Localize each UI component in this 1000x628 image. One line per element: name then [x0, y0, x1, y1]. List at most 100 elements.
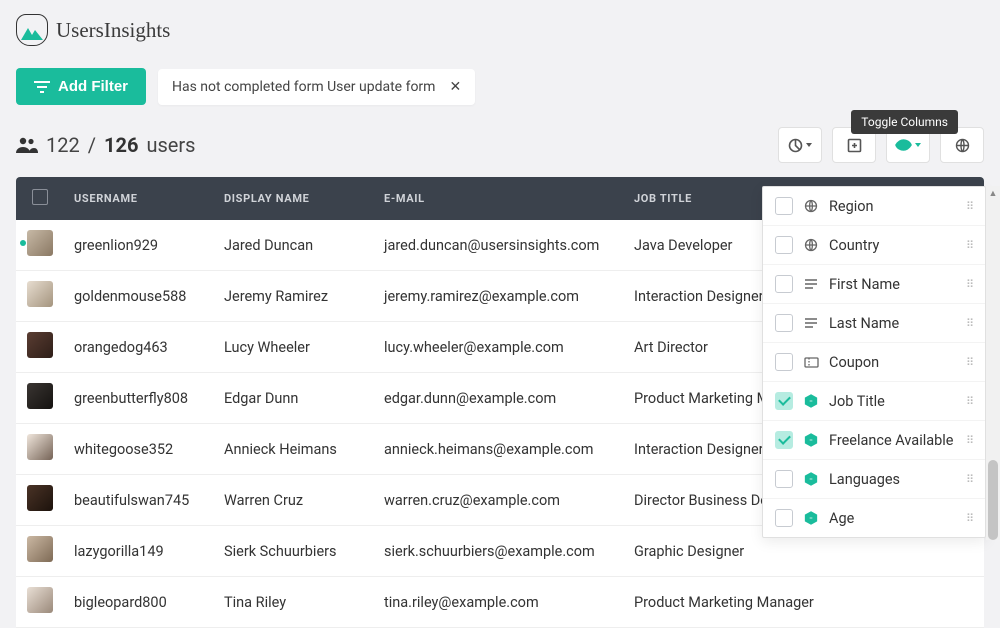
active-filter-chip[interactable]: Has not completed form User update form …: [158, 69, 475, 105]
toggle-columns-tooltip: Toggle Columns: [851, 110, 958, 134]
cell-username: orangedog463: [64, 322, 214, 373]
column-toggle-item[interactable]: Region ⠿: [763, 187, 985, 226]
column-toggle-label: Languages: [829, 471, 956, 488]
cell-username: bigleopard800: [64, 577, 214, 628]
scroll-up-icon[interactable]: ▲: [986, 186, 1000, 200]
caret-down-icon: [806, 143, 812, 147]
column-toggle-item[interactable]: Languages ⠿: [763, 460, 985, 499]
globe-icon: [955, 138, 970, 153]
column-toggle-label: Country: [829, 237, 956, 254]
column-toggle-item[interactable]: Coupon ⠿: [763, 343, 985, 382]
filter-icon: [34, 81, 50, 93]
drag-handle-icon[interactable]: ⠿: [966, 356, 973, 369]
avatar: [27, 485, 53, 511]
caret-down-icon: [915, 143, 921, 147]
drag-handle-icon[interactable]: ⠿: [966, 473, 973, 486]
remove-filter-icon[interactable]: ✕: [449, 79, 461, 95]
column-toggle-checkbox[interactable]: [775, 314, 793, 332]
column-toggle-checkbox[interactable]: [775, 236, 793, 254]
table-row[interactable]: bigleopard800Tina Rileytina.riley@exampl…: [16, 577, 984, 628]
add-filter-label: Add Filter: [58, 78, 128, 95]
column-toggle-label: Age: [829, 510, 956, 527]
user-count: 122 / 126 users: [16, 133, 196, 157]
hex-icon: [803, 511, 819, 525]
avatar: [27, 587, 53, 613]
cell-display-name: Tina Riley: [214, 577, 374, 628]
drag-handle-icon[interactable]: ⠿: [966, 395, 973, 408]
column-toggle-checkbox[interactable]: [775, 392, 793, 410]
segments-button[interactable]: [778, 127, 822, 163]
count-suffix: users: [146, 133, 195, 157]
scrollbar-thumb[interactable]: [988, 460, 998, 540]
cell-display-name: Warren Cruz: [214, 475, 374, 526]
globe-icon: [803, 238, 819, 252]
column-toggle-checkbox[interactable]: [775, 275, 793, 293]
column-toggle-item[interactable]: Age ⠿: [763, 499, 985, 537]
lines-icon: [803, 317, 819, 329]
brand-name: UsersInsights: [56, 18, 170, 43]
cell-email: warren.cruz@example.com: [374, 475, 624, 526]
hex-icon: [803, 394, 819, 408]
column-toggle-item[interactable]: Freelance Available ⠿: [763, 421, 985, 460]
count-sep: /: [88, 133, 96, 157]
column-toggle-item[interactable]: First Name ⠿: [763, 265, 985, 304]
drag-handle-icon[interactable]: ⠿: [966, 278, 973, 291]
cell-email: jeremy.ramirez@example.com: [374, 271, 624, 322]
cell-email: lucy.wheeler@example.com: [374, 322, 624, 373]
column-toggle-item[interactable]: Last Name ⠿: [763, 304, 985, 343]
hex-icon: [803, 433, 819, 447]
cell-username: greenbutterfly808: [64, 373, 214, 424]
drag-handle-icon[interactable]: ⠿: [966, 434, 973, 447]
active-filter-text: Has not completed form User update form: [172, 79, 435, 95]
column-toggle-label: Coupon: [829, 354, 956, 371]
col-display-name[interactable]: DISPLAY NAME: [214, 177, 374, 220]
cell-display-name: Jeremy Ramirez: [214, 271, 374, 322]
count-total: 126: [104, 133, 138, 157]
drag-handle-icon[interactable]: ⠿: [966, 239, 973, 252]
column-toggle-checkbox[interactable]: [775, 509, 793, 527]
cell-email: tina.riley@example.com: [374, 577, 624, 628]
drag-handle-icon[interactable]: ⠿: [966, 200, 973, 213]
filter-toolbar: Add Filter Has not completed form User u…: [0, 54, 1000, 113]
globe-icon: [803, 199, 819, 213]
drag-handle-icon[interactable]: ⠿: [966, 512, 973, 525]
column-toggle-item[interactable]: Job Title ⠿: [763, 382, 985, 421]
column-toggle-label: Last Name: [829, 315, 956, 332]
cell-display-name: Lucy Wheeler: [214, 322, 374, 373]
cell-username: goldenmouse588: [64, 271, 214, 322]
column-toggle-label: Region: [829, 198, 956, 215]
count-shown: 122: [46, 133, 80, 157]
column-toggle-checkbox[interactable]: [775, 431, 793, 449]
cell-display-name: Jared Duncan: [214, 220, 374, 271]
column-toggle-item[interactable]: Country ⠿: [763, 226, 985, 265]
online-indicator: [20, 240, 26, 246]
cell-display-name: Annieck Heimans: [214, 424, 374, 475]
avatar: [27, 383, 53, 409]
drag-handle-icon[interactable]: ⠿: [966, 317, 973, 330]
cell-username: greenlion929: [64, 220, 214, 271]
column-toggle-checkbox[interactable]: [775, 197, 793, 215]
avatar: [27, 281, 53, 307]
avatar: [27, 230, 53, 256]
cell-username: lazygorilla149: [64, 526, 214, 577]
column-toggle-checkbox[interactable]: [775, 470, 793, 488]
export-icon: [847, 138, 862, 153]
column-toggle-label: Job Title: [829, 393, 956, 410]
toggle-columns-dropdown[interactable]: Region⠿Country⠿First Name⠿Last Name⠿Coup…: [762, 186, 986, 538]
col-username[interactable]: USERNAME: [64, 177, 214, 220]
select-all-checkbox[interactable]: [32, 189, 48, 205]
lines-icon: [803, 278, 819, 290]
brand-logo-mark: [16, 14, 48, 46]
cell-display-name: Edgar Dunn: [214, 373, 374, 424]
avatar: [27, 332, 53, 358]
col-email[interactable]: E-MAIL: [374, 177, 624, 220]
brand-logo: UsersInsights: [0, 0, 1000, 54]
cell-username: whitegoose352: [64, 424, 214, 475]
scrollbar-track[interactable]: ▲: [986, 186, 1000, 540]
column-toggle-checkbox[interactable]: [775, 353, 793, 371]
add-filter-button[interactable]: Add Filter: [16, 68, 146, 105]
column-toggle-label: Freelance Available: [829, 432, 956, 449]
eye-icon: [895, 139, 912, 151]
column-toggle-label: First Name: [829, 276, 956, 293]
cell-display-name: Sierk Schuurbiers: [214, 526, 374, 577]
